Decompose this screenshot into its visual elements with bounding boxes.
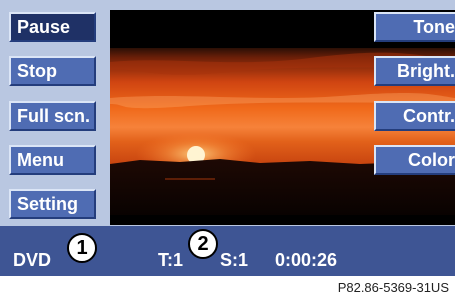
dvd-screen: Pause Stop Full scn. Menu Setting Tone B… xyxy=(0,0,455,276)
source-label: DVD xyxy=(13,250,52,270)
contrast-button[interactable]: Contr. xyxy=(374,101,455,131)
track-label: T:1 xyxy=(158,250,184,270)
setting-button[interactable]: Setting xyxy=(9,189,96,219)
callout-1: 1 xyxy=(67,233,97,263)
playback-time: 0:00:26 xyxy=(275,250,338,270)
scene-label: S:1 xyxy=(220,250,249,270)
color-button[interactable]: Color xyxy=(374,145,455,175)
menu-button[interactable]: Menu xyxy=(9,145,96,175)
full-screen-button[interactable]: Full scn. xyxy=(9,101,96,131)
tone-button[interactable]: Tone xyxy=(374,12,455,42)
pause-button[interactable]: Pause xyxy=(9,12,96,42)
brightness-button[interactable]: Bright. xyxy=(374,56,455,86)
callout-2: 2 xyxy=(188,229,218,259)
figure-reference: P82.86-5369-31US xyxy=(337,280,449,295)
stop-button[interactable]: Stop xyxy=(9,56,96,86)
